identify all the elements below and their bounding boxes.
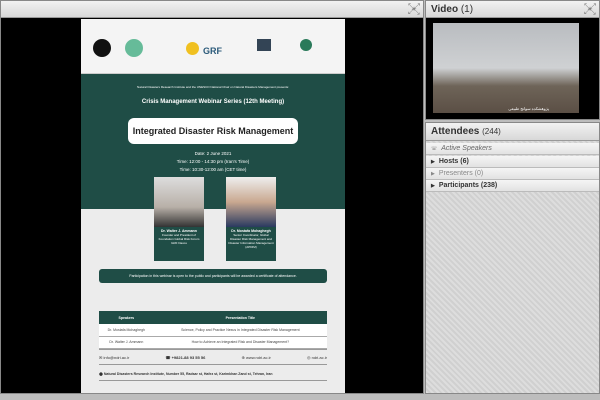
speaker-card-mohaghegh: Dr. Mostafa Mohaghegh Senior Coordinator,… [226,227,276,261]
table-row: Dr. Walter J. Ammann How to Achieve an In… [99,336,327,349]
col-title: Presentation Title [153,311,327,324]
grf-logo-text: GRF [203,46,222,56]
cell: How to Achieve an Integrated Risk and Di… [153,336,327,349]
speaker-photo-mohaghegh [226,177,276,227]
title-box: Integrated Disaster Risk Management [128,118,298,144]
ministry-logo [125,39,143,57]
video-count: (1) [460,4,474,15]
phone-icon: ☏ [431,146,438,152]
chair-logo [300,39,312,51]
video-pod: Video (1) ⤡⤢ ⤢⤡ پژوهشکده سوانح طبیعی [425,0,600,120]
webinar-title: Integrated Disaster Risk Management [132,126,294,136]
date-text: Date: 2 June 2021 [194,151,232,156]
email-text: ✉ info@ndri.ac.ir [99,354,130,360]
presents-text: Natural Disasters Research Institute and… [137,85,289,89]
active-speakers-row: ☏ Active Speakers [426,143,599,155]
contact-bar: ✉ info@ndri.ac.ir ☎ +9821-88 93 55 56 ⊕ … [99,349,327,365]
attendees-header: Attendees (244) [426,123,599,141]
web-text: ⊕ www.ndri.ac.ir [241,354,271,360]
instagram-text: ◎ ndri.ac.ir [307,354,327,360]
poster-header: Natural Disasters Research Institute and… [81,74,345,209]
ndri-logo [93,39,111,57]
fullscreen-icon[interactable]: ⤡⤢ ⤢⤡ [584,3,596,16]
video-feed: پژوهشکده سوانح طبیعی [433,23,579,113]
col-speakers: Speakers [99,311,154,324]
video-title: Video [431,4,459,15]
series-text: Crisis Management Webinar Series (12th M… [141,99,285,105]
time-iran-text: Time: 12:00 - 14:30 pm (Iran's Time) [176,159,250,164]
logos-bar: GRF [81,19,345,74]
hosts-row[interactable]: ▶ Hosts (6) [426,156,599,168]
attendees-title: Attendees [431,126,480,137]
cell: Dr. Walter J. Ammann [99,336,154,349]
address-text: ⬤ Natural Disasters Research Institute, … [99,367,327,381]
grf-logo-mark [186,42,199,55]
table-row: Dr. Mostafa Mohaghegh Science, Policy and… [99,324,327,337]
speaker-card-ammann: Dr. Walter J. Ammann Founder and Presiden… [154,227,204,261]
share-pod: ⤡⤢ ⤢⤡ GRF Natural Disasters Research Inst… [0,0,424,394]
video-caption: پژوهشکده سوانح طبیعی [508,106,549,111]
fullscreen-icon[interactable]: ⤡⤢ ⤢⤡ [408,3,420,16]
expand-arrow-icon[interactable]: ▶ [431,159,435,165]
time-cet-text: Time: 10:30-12:00 am (CET time) [179,167,247,172]
presentations-table: Speakers Presentation Title Dr. Mostafa M… [99,311,327,349]
presenters-row[interactable]: ▶ Presenters (0) [426,168,599,180]
expand-arrow-icon[interactable]: ▶ [431,183,435,189]
webinar-poster: GRF Natural Disasters Research Institute… [81,19,345,393]
cell: Dr. Mostafa Mohaghegh [99,324,154,337]
participation-note: Participation in this webinar is open to… [99,269,327,283]
unesco-logo [257,39,271,51]
share-pod-header: ⤡⤢ ⤢⤡ [1,1,423,18]
expand-arrow-icon[interactable]: ▶ [431,171,435,177]
cell: Science, Policy and Practice Nexus in In… [153,324,327,337]
speaker-photo-ammann [154,177,204,227]
video-pod-header: Video (1) ⤡⤢ ⤢⤡ [426,1,599,18]
participants-row[interactable]: ▶ Participants (238) [426,180,599,192]
attendees-pod: Attendees (244) ☏ Active Speakers ▶ Hosts … [425,122,600,394]
attendees-count: (244) [482,127,501,136]
phone-text: ☎ +9821-88 93 55 56 [165,354,206,360]
